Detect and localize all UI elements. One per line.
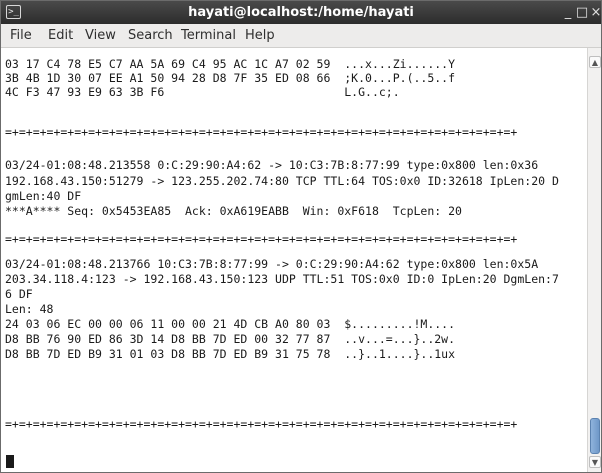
terminal-output[interactable]: 03 17 C4 78 E5 C7 AA 5A 69 C4 95 AC 1C A…: [1, 48, 587, 472]
terminal-separator: =+=+=+=+=+=+=+=+=+=+=+=+=+=+=+=+=+=+=+=+…: [5, 125, 518, 139]
terminal-line: 3B 4B 1D 30 07 EE A1 50 94 28 D8 7F 35 E…: [5, 71, 456, 85]
scroll-thumb[interactable]: [590, 418, 600, 454]
terminal-line: 6 DF: [5, 287, 33, 301]
terminal-line: 203.34.118.4:123 -> 192.168.43.150:123 U…: [5, 272, 559, 286]
menu-help[interactable]: Help: [243, 24, 277, 47]
terminal-line: 24 03 06 EC 00 00 06 11 00 00 21 4D CB A…: [5, 317, 456, 331]
terminal-separator: =+=+=+=+=+=+=+=+=+=+=+=+=+=+=+=+=+=+=+=+…: [5, 232, 518, 246]
terminal-line: ***A**** Seq: 0x5453EA85 Ack: 0xA619EABB…: [5, 204, 462, 218]
menu-view[interactable]: View: [83, 24, 118, 47]
terminal-line: 03 17 C4 78 E5 C7 AA 5A 69 C4 95 AC 1C A…: [5, 57, 456, 71]
scroll-down-arrow-icon[interactable]: ▼: [589, 456, 601, 468]
terminal-line: 4C F3 47 93 E9 63 3B F6 L.G..c;.: [5, 85, 400, 99]
vertical-scrollbar[interactable]: ▲ ▼: [587, 48, 601, 472]
window-title: hayati@localhost:/home/hayati: [188, 5, 414, 20]
maximize-button[interactable]: □: [575, 1, 589, 24]
terminal-window: >_ hayati@localhost:/home/hayati _ □ × F…: [0, 0, 602, 473]
menu-edit[interactable]: Edit: [46, 24, 75, 47]
menu-file[interactable]: File: [8, 24, 34, 47]
terminal-separator: =+=+=+=+=+=+=+=+=+=+=+=+=+=+=+=+=+=+=+=+…: [5, 417, 518, 431]
title-bar[interactable]: >_ hayati@localhost:/home/hayati _ □ ×: [1, 1, 601, 24]
menu-terminal[interactable]: Terminal: [179, 24, 238, 47]
menu-bar: File Edit View Search Terminal Help: [1, 24, 601, 48]
terminal-line: 03/24-01:08:48.213558 0:C:29:90:A4:62 ->…: [5, 158, 539, 172]
terminal-line: 03/24-01:08:48.213766 10:C3:7B:8:77:99 -…: [5, 257, 539, 271]
menu-search[interactable]: Search: [126, 24, 175, 47]
terminal-line: 192.168.43.150:51279 -> 123.255.202.74:8…: [5, 174, 559, 188]
minimize-button[interactable]: _: [561, 1, 575, 24]
terminal-line: Len: 48: [5, 302, 54, 316]
terminal-line: D8 BB 76 90 ED 86 3D 14 D8 BB 7D ED 00 3…: [5, 332, 456, 346]
terminal-line: gmLen:40 DF: [5, 189, 82, 203]
text-cursor: [6, 455, 14, 468]
scroll-up-arrow-icon[interactable]: ▲: [589, 56, 601, 68]
terminal-line: D8 BB 7D ED B9 31 01 03 D8 BB 7D ED B9 3…: [5, 347, 456, 361]
close-button[interactable]: ×: [589, 1, 602, 24]
